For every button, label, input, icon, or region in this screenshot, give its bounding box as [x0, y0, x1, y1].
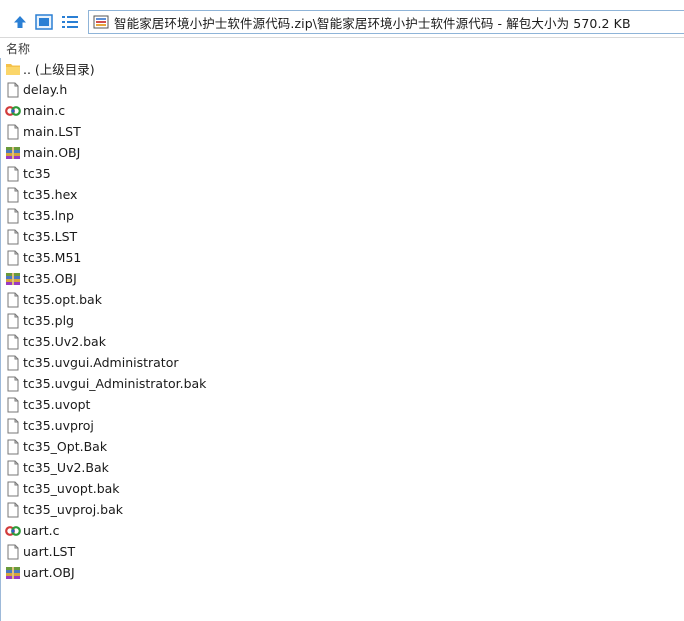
file-icon — [4, 354, 22, 372]
file-name: tc35.Uv2.bak — [23, 334, 106, 349]
file-name: tc35_Uv2.Bak — [23, 460, 109, 475]
file-icon — [4, 459, 22, 477]
file-row[interactable]: tc35.opt.bak — [0, 289, 684, 310]
file-name: tc35.uvgui_Administrator.bak — [23, 376, 207, 391]
column-header-name[interactable]: 名称 — [6, 40, 30, 57]
file-icon — [4, 375, 22, 393]
archive-icon — [4, 144, 22, 162]
file-name: tc35.uvgui.Administrator — [23, 355, 179, 370]
file-row[interactable]: tc35.hex — [0, 184, 684, 205]
archive-icon — [4, 564, 22, 582]
details-view-button[interactable] — [59, 11, 81, 33]
file-row[interactable]: tc35.lnp — [0, 205, 684, 226]
up-folder-button[interactable] — [9, 11, 31, 33]
archive-icon — [93, 15, 109, 29]
file-icon — [4, 249, 22, 267]
folder-icon — [4, 60, 22, 78]
file-name: tc35.M51 — [23, 250, 82, 265]
c-source-icon — [4, 522, 22, 540]
file-name: main.LST — [23, 124, 81, 139]
details-list-icon — [62, 16, 78, 28]
file-row[interactable]: tc35.plg — [0, 310, 684, 331]
file-row[interactable]: tc35.Uv2.bak — [0, 331, 684, 352]
file-name: tc35_Opt.Bak — [23, 439, 108, 454]
file-name: delay.h — [23, 82, 68, 97]
file-icon — [4, 417, 22, 435]
file-icon — [4, 291, 22, 309]
archive-icon — [4, 270, 22, 288]
file-icon — [4, 123, 22, 141]
file-name: tc35.opt.bak — [23, 292, 102, 307]
address-path-text: 智能家居环境小护士软件源代码.zip\智能家居环境小护士软件源代码 - 解包大小… — [114, 15, 631, 31]
file-row[interactable]: tc35.LST — [0, 226, 684, 247]
file-name: main.c — [23, 103, 66, 118]
file-row[interactable]: tc35_uvproj.bak — [0, 499, 684, 520]
file-icon — [4, 480, 22, 498]
file-row[interactable]: .. (上级目录) — [0, 58, 684, 79]
file-name: tc35.plg — [23, 313, 74, 328]
file-icon — [4, 165, 22, 183]
file-row[interactable]: main.c — [0, 100, 684, 121]
column-header: 名称 — [0, 38, 684, 58]
file-name: tc35.lnp — [23, 208, 74, 223]
file-icon — [4, 312, 22, 330]
c-source-icon — [4, 102, 22, 120]
file-row[interactable]: uart.LST — [0, 541, 684, 562]
file-name: .. (上级目录) — [23, 62, 95, 77]
file-name: uart.OBJ — [23, 565, 75, 580]
file-row[interactable]: main.LST — [0, 121, 684, 142]
file-name: uart.c — [23, 523, 60, 538]
file-name: tc35_uvopt.bak — [23, 481, 120, 496]
file-icon — [4, 438, 22, 456]
file-name: tc35.uvproj — [23, 418, 94, 433]
large-icons-view-button[interactable] — [33, 11, 55, 33]
file-icon — [4, 396, 22, 414]
file-name: tc35.LST — [23, 229, 78, 244]
file-row[interactable]: main.OBJ — [0, 142, 684, 163]
arrow-up-icon — [14, 16, 26, 28]
file-icon — [4, 501, 22, 519]
address-bar[interactable]: 智能家居环境小护士软件源代码.zip\智能家居环境小护士软件源代码 - 解包大小… — [88, 10, 684, 34]
file-row[interactable]: tc35_uvopt.bak — [0, 478, 684, 499]
file-name: main.OBJ — [23, 145, 81, 160]
file-row[interactable]: tc35_Opt.Bak — [0, 436, 684, 457]
file-row[interactable]: tc35.OBJ — [0, 268, 684, 289]
file-row[interactable]: uart.OBJ — [0, 562, 684, 583]
file-name: tc35.uvopt — [23, 397, 91, 412]
toolbar: 智能家居环境小护士软件源代码.zip\智能家居环境小护士软件源代码 - 解包大小… — [0, 6, 684, 38]
file-name: tc35_uvproj.bak — [23, 502, 123, 517]
file-row[interactable]: tc35 — [0, 163, 684, 184]
file-row[interactable]: tc35.M51 — [0, 247, 684, 268]
file-row[interactable]: uart.c — [0, 520, 684, 541]
file-icon — [4, 81, 22, 99]
file-icon — [4, 333, 22, 351]
file-name: tc35 — [23, 166, 51, 181]
file-row[interactable]: tc35_Uv2.Bak — [0, 457, 684, 478]
file-row[interactable]: tc35.uvproj — [0, 415, 684, 436]
large-icons-icon — [35, 14, 53, 30]
file-row[interactable]: tc35.uvgui.Administrator — [0, 352, 684, 373]
file-name: uart.LST — [23, 544, 76, 559]
file-icon — [4, 186, 22, 204]
file-name: tc35.hex — [23, 187, 78, 202]
file-icon — [4, 228, 22, 246]
file-icon — [4, 543, 22, 561]
file-name: tc35.OBJ — [23, 271, 77, 286]
file-row[interactable]: tc35.uvgui_Administrator.bak — [0, 373, 684, 394]
file-row[interactable]: tc35.uvopt — [0, 394, 684, 415]
file-icon — [4, 207, 22, 225]
file-row[interactable]: delay.h — [0, 79, 684, 100]
